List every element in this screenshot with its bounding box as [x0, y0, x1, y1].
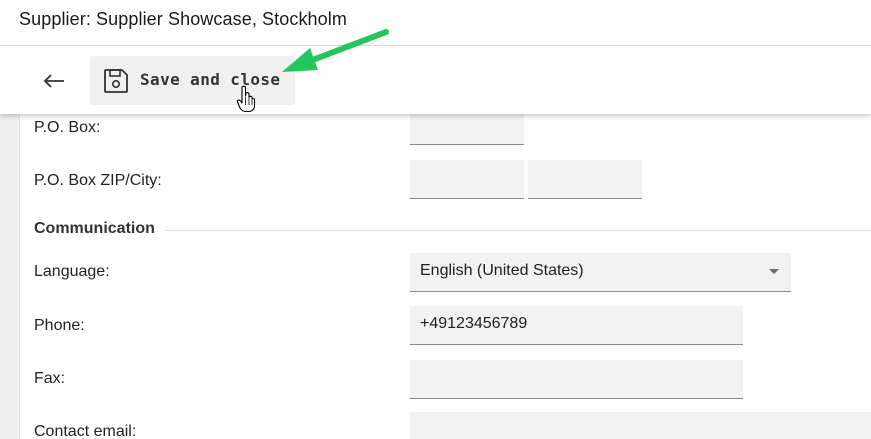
po-box-zip-field[interactable] — [410, 160, 524, 199]
po-box-field[interactable] — [410, 110, 524, 145]
po-box-zip-city-label: P.O. Box ZIP/City: — [34, 172, 162, 189]
phone-field[interactable]: +49123456789 — [410, 306, 743, 345]
communication-section-title: Communication — [34, 220, 155, 237]
po-box-city-field[interactable] — [528, 160, 642, 199]
fax-label: Fax: — [34, 370, 66, 387]
annotation-arrow-icon — [282, 29, 389, 72]
phone-label: Phone: — [34, 317, 85, 334]
supplier-edit-page: Supplier: Supplier Showcase, Stockholm S… — [0, 0, 871, 439]
arrow-left-icon — [43, 74, 64, 88]
fax-field[interactable] — [410, 360, 743, 399]
contact-email-label: Contact email: — [34, 423, 137, 439]
section-divider — [166, 230, 871, 231]
save-and-close-button[interactable]: Save and close — [90, 56, 295, 105]
toolbar: Save and close — [0, 46, 871, 114]
hand-cursor-icon — [236, 85, 256, 113]
phone-value: +49123456789 — [420, 315, 528, 332]
back-button[interactable] — [36, 66, 72, 96]
chevron-down-icon — [769, 269, 779, 274]
language-select[interactable]: English (United States) — [410, 253, 791, 292]
language-label: Language: — [34, 263, 110, 280]
contact-email-field[interactable] — [410, 412, 871, 439]
supplier-form: P.O. Box: P.O. Box ZIP/City: Communicati… — [20, 110, 871, 439]
language-value: English (United States) — [420, 262, 584, 279]
left-panel-strip — [0, 114, 20, 439]
save-and-close-label: Save and close — [140, 70, 281, 89]
po-box-label: P.O. Box: — [34, 119, 101, 136]
title-bar: Supplier: Supplier Showcase, Stockholm — [0, 0, 871, 46]
floppy-disk-icon — [104, 69, 128, 93]
